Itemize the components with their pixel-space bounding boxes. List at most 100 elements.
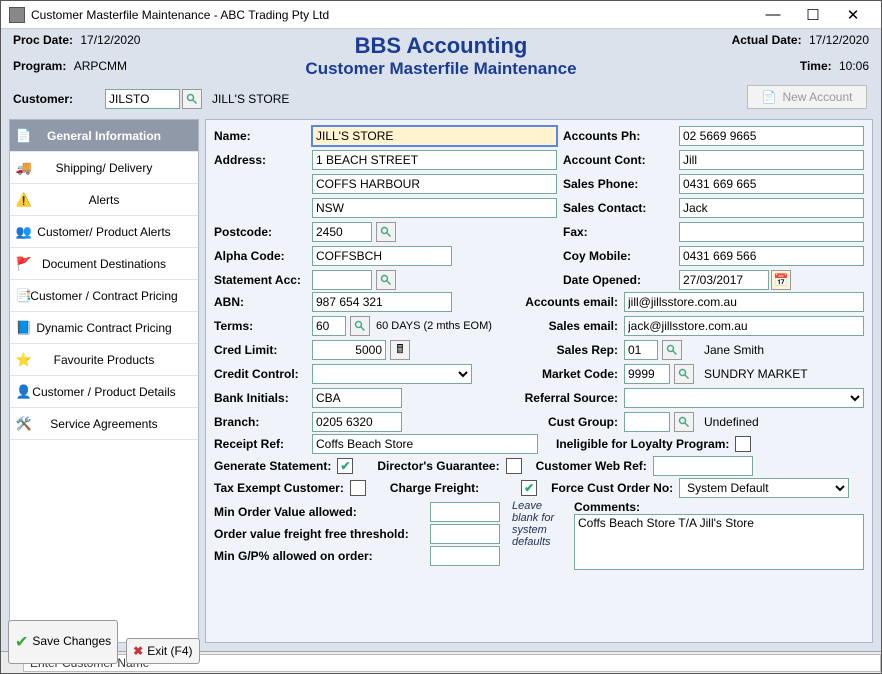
new-account-label: New Account [782,90,852,104]
address3-input[interactable] [312,198,557,218]
forceorder-label: Force Cust Order No: [551,481,673,495]
comments-label: Comments: [574,500,640,514]
save-button[interactable]: ✔ Save Changes [8,620,118,664]
salesrep-lookup-button[interactable] [662,340,682,360]
sidebar-item-label: Alerts [89,193,120,207]
generate-statement-checkbox[interactable]: ✔ [337,458,353,474]
book-icon: 📘 [16,320,32,336]
force-order-select[interactable]: System Default [679,478,849,498]
min-order-input[interactable] [430,502,500,522]
acccont-label: Account Cont: [563,153,673,167]
abn-label: ABN: [214,295,306,309]
terms-code-input[interactable] [312,316,346,336]
app-title: BBS Accounting [355,33,528,58]
custgroup-lookup-button[interactable] [674,412,694,432]
sidebar-item-custprod-alerts[interactable]: 👥Customer/ Product Alerts [10,216,198,248]
stmt-label: Statement Acc: [214,273,306,287]
market-code-input[interactable] [624,364,670,384]
sidebar-item-alerts[interactable]: ⚠️ Alerts [10,184,198,216]
genstmt-label: Generate Statement: [214,459,331,473]
receipt-label: Receipt Ref: [214,437,306,451]
star-icon: ⭐ [16,352,32,368]
sales-phone-input[interactable] [679,174,864,194]
name-input[interactable] [312,126,557,146]
min-gp-input[interactable] [430,546,500,566]
terms-label: Terms: [214,319,306,333]
tax-exempt-checkbox[interactable] [350,480,366,496]
exit-label: Exit (F4) [147,644,192,658]
directors-guarantee-checkbox[interactable] [506,458,522,474]
address1-input[interactable] [312,150,557,170]
salesrep-code-input[interactable] [624,340,658,360]
sidebar-item-doc-dest[interactable]: 🚩 Document Destinations [10,248,198,280]
account-contact-input[interactable] [679,150,864,170]
sidebar-item-favourites[interactable]: ⭐Favourite Products [10,344,198,376]
main-form: Name: Accounts Ph: Address: Account Cont… [205,119,873,643]
abn-input[interactable] [312,292,452,312]
sales-contact-input[interactable] [679,198,864,218]
statement-lookup-button[interactable] [376,270,396,290]
web-ref-input[interactable] [653,456,753,476]
bank-initials-input[interactable] [312,388,402,408]
fax-input[interactable] [679,222,864,242]
mingp-label: Min G/P% allowed on order: [214,549,424,563]
sidebar-item-label: Document Destinations [42,257,166,271]
salesrep-label: Sales Rep: [508,343,618,357]
statement-acc-input[interactable] [312,270,372,290]
address2-input[interactable] [312,174,557,194]
warning-icon: ⚠️ [16,192,32,208]
address-label: Address: [214,153,306,167]
sales-email-input[interactable] [624,316,864,336]
sidebar-item-general[interactable]: 📄General Information [10,120,198,152]
close-button[interactable]: ✕ [833,2,873,28]
freight-free-input[interactable] [430,524,500,544]
leave-blank-note: Leave blank for system defaults [512,500,566,548]
name-label: Name: [214,129,306,143]
referral-select[interactable] [624,388,864,408]
customer-lookup-button[interactable] [182,89,202,109]
calculator-button[interactable]: 🖩 [390,340,410,360]
header: Proc Date: 17/12/2020 BBS Accounting Act… [1,29,881,115]
credit-control-select[interactable] [312,364,472,384]
date-opened-input[interactable] [679,270,769,290]
coymob-label: Coy Mobile: [563,249,673,263]
sidebar-item-service-agreements[interactable]: 🛠️Service Agreements [10,408,198,440]
postcode-input[interactable] [312,222,372,242]
alpha-label: Alpha Code: [214,249,306,263]
coy-mobile-input[interactable] [679,246,864,266]
alpha-code-input[interactable] [312,246,452,266]
postcode-lookup-button[interactable] [376,222,396,242]
truck-icon: 🚚 [16,160,32,176]
sidebar-item-contract-pricing[interactable]: 📑Customer / Contract Pricing [10,280,198,312]
receipt-ref-input[interactable] [312,434,538,454]
terms-lookup-button[interactable] [350,316,370,336]
custgroup-name: Undefined [704,415,759,429]
new-account-button[interactable]: 📄 New Account [747,85,867,109]
maximize-button[interactable]: ☐ [793,2,833,28]
sidebar-item-label: Dynamic Contract Pricing [36,321,171,335]
charge-freight-checkbox[interactable]: ✔ [521,480,537,496]
accounts-phone-input[interactable] [679,126,864,146]
credit-limit-input[interactable] [312,340,386,360]
flag-icon: 🚩 [16,256,32,272]
branch-input[interactable] [312,412,402,432]
salescont-label: Sales Contact: [563,201,673,215]
custgroup-code-input[interactable] [624,412,670,432]
sidebar-item-label: Customer / Contract Pricing [30,289,177,303]
sidebar-item-custprod-details[interactable]: 👤Customer / Product Details [10,376,198,408]
sidebar-item-shipping[interactable]: 🚚Shipping/ Delivery [10,152,198,184]
ineligible-checkbox[interactable] [735,436,751,452]
accounts-email-input[interactable] [624,292,864,312]
calendar-button[interactable]: 📅 [771,270,791,290]
proc-date: 17/12/2020 [80,33,140,47]
freightfree-label: Order value freight free threshold: [214,527,424,541]
actual-date: 17/12/2020 [809,33,869,47]
comments-textarea[interactable]: Coffs Beach Store T/A Jill's Store [574,514,864,570]
minimize-button[interactable]: — [753,2,793,28]
sidebar-item-dynamic-pricing[interactable]: 📘 Dynamic Contract Pricing [10,312,198,344]
customer-code-input[interactable] [105,89,180,109]
market-lookup-button[interactable] [674,364,694,384]
exit-button[interactable]: ✖ Exit (F4) [126,638,199,664]
bank-label: Bank Initials: [214,391,306,405]
window-title: Customer Masterfile Maintenance - ABC Tr… [31,8,753,22]
